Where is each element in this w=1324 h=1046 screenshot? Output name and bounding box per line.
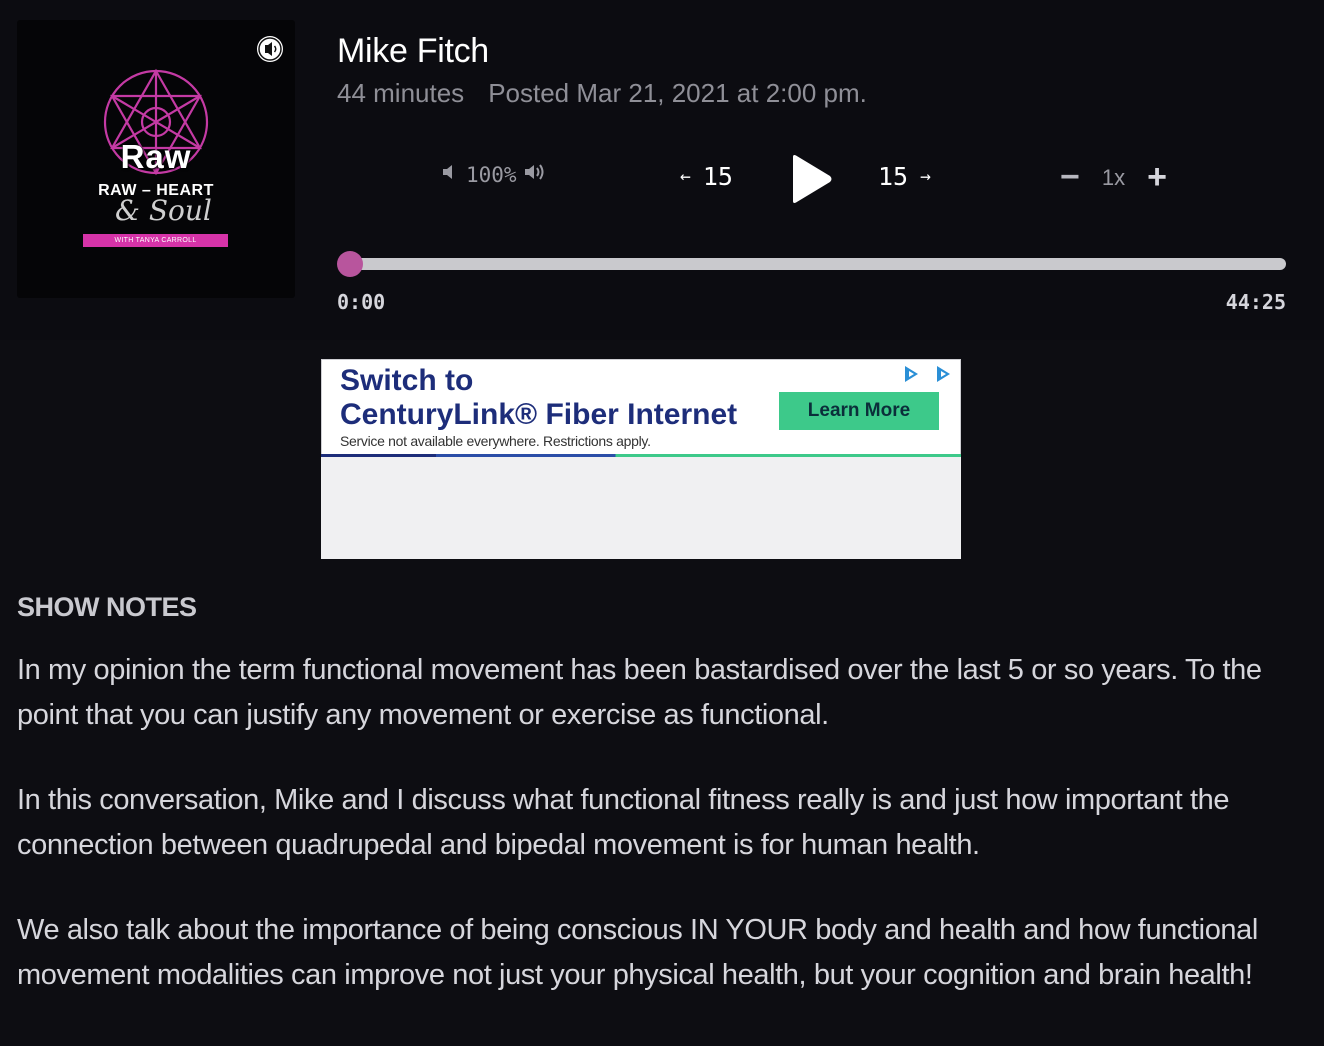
show-notes-paragraph: In my opinion the term functional moveme… xyxy=(17,654,1262,731)
playback-speed-value: 1x xyxy=(1101,164,1126,190)
show-notes-paragraph: In this conversation, Mike and I discuss… xyxy=(17,784,1230,861)
ad-headline: Switch to CenturyLink® Fiber Internet xyxy=(340,364,737,432)
show-notes-paragraph: We also talk about the importance of bei… xyxy=(17,914,1258,991)
total-duration: 44:25 xyxy=(1225,290,1286,314)
progress-bar[interactable] xyxy=(337,251,1286,277)
volume-control[interactable]: 100% xyxy=(440,162,549,187)
ad-creative[interactable]: Switch to CenturyLink® Fiber Internet Se… xyxy=(321,359,961,456)
volume-level: 100% xyxy=(466,162,517,187)
ad-learn-more-button[interactable]: Learn More xyxy=(779,392,939,430)
volume-high-icon[interactable] xyxy=(523,162,549,187)
playback-speed-control: − 1x + xyxy=(1060,158,1167,197)
ad-headline-line-1: Switch to xyxy=(340,364,474,397)
arrow-right-icon: → xyxy=(920,166,931,187)
current-time: 0:00 xyxy=(337,290,386,314)
volume-low-icon[interactable] xyxy=(440,162,460,187)
ad-choices-icon[interactable] xyxy=(900,363,922,385)
progress-handle[interactable] xyxy=(337,251,364,277)
episode-posted-date: Posted Mar 21, 2021 at 2:00 pm. xyxy=(488,78,867,108)
speed-increase-button[interactable]: + xyxy=(1147,158,1167,197)
episode-title: Mike Fitch xyxy=(337,32,489,70)
play-button[interactable] xyxy=(788,153,836,205)
episode-duration: 44 minutes xyxy=(337,78,465,108)
skip-back-seconds: 15 xyxy=(702,162,733,191)
ad-fine-print: Service not available everywhere. Restri… xyxy=(340,433,651,449)
ad-color-bar xyxy=(321,454,961,457)
playback-controls: 100% ← 15 15 → − 1x + xyxy=(0,150,1324,206)
skip-forward-seconds: 15 xyxy=(878,162,909,191)
advertisement-banner[interactable]: Switch to CenturyLink® Fiber Internet Se… xyxy=(321,359,961,559)
ad-headline-line-2: CenturyLink® Fiber Internet xyxy=(340,398,738,431)
show-notes-body: In my opinion the term functional moveme… xyxy=(17,648,1307,1038)
podcast-badge-icon xyxy=(257,36,283,62)
play-icon xyxy=(793,155,832,203)
podcast-player: Raw RAW – HEART & Soul WITH TANYA CARROL… xyxy=(0,0,1324,340)
episode-meta: 44 minutes Posted Mar 21, 2021 at 2:00 pm… xyxy=(337,78,867,109)
skip-forward-button[interactable]: 15 → xyxy=(878,162,931,191)
ad-info-icon[interactable] xyxy=(932,363,954,385)
skip-back-button[interactable]: ← 15 xyxy=(680,162,733,191)
cover-host-strip: WITH TANYA CARROLL xyxy=(83,234,228,247)
arrow-left-icon: ← xyxy=(680,166,691,187)
show-notes-heading: SHOW NOTES xyxy=(17,592,197,622)
speed-decrease-button[interactable]: − xyxy=(1060,158,1080,197)
